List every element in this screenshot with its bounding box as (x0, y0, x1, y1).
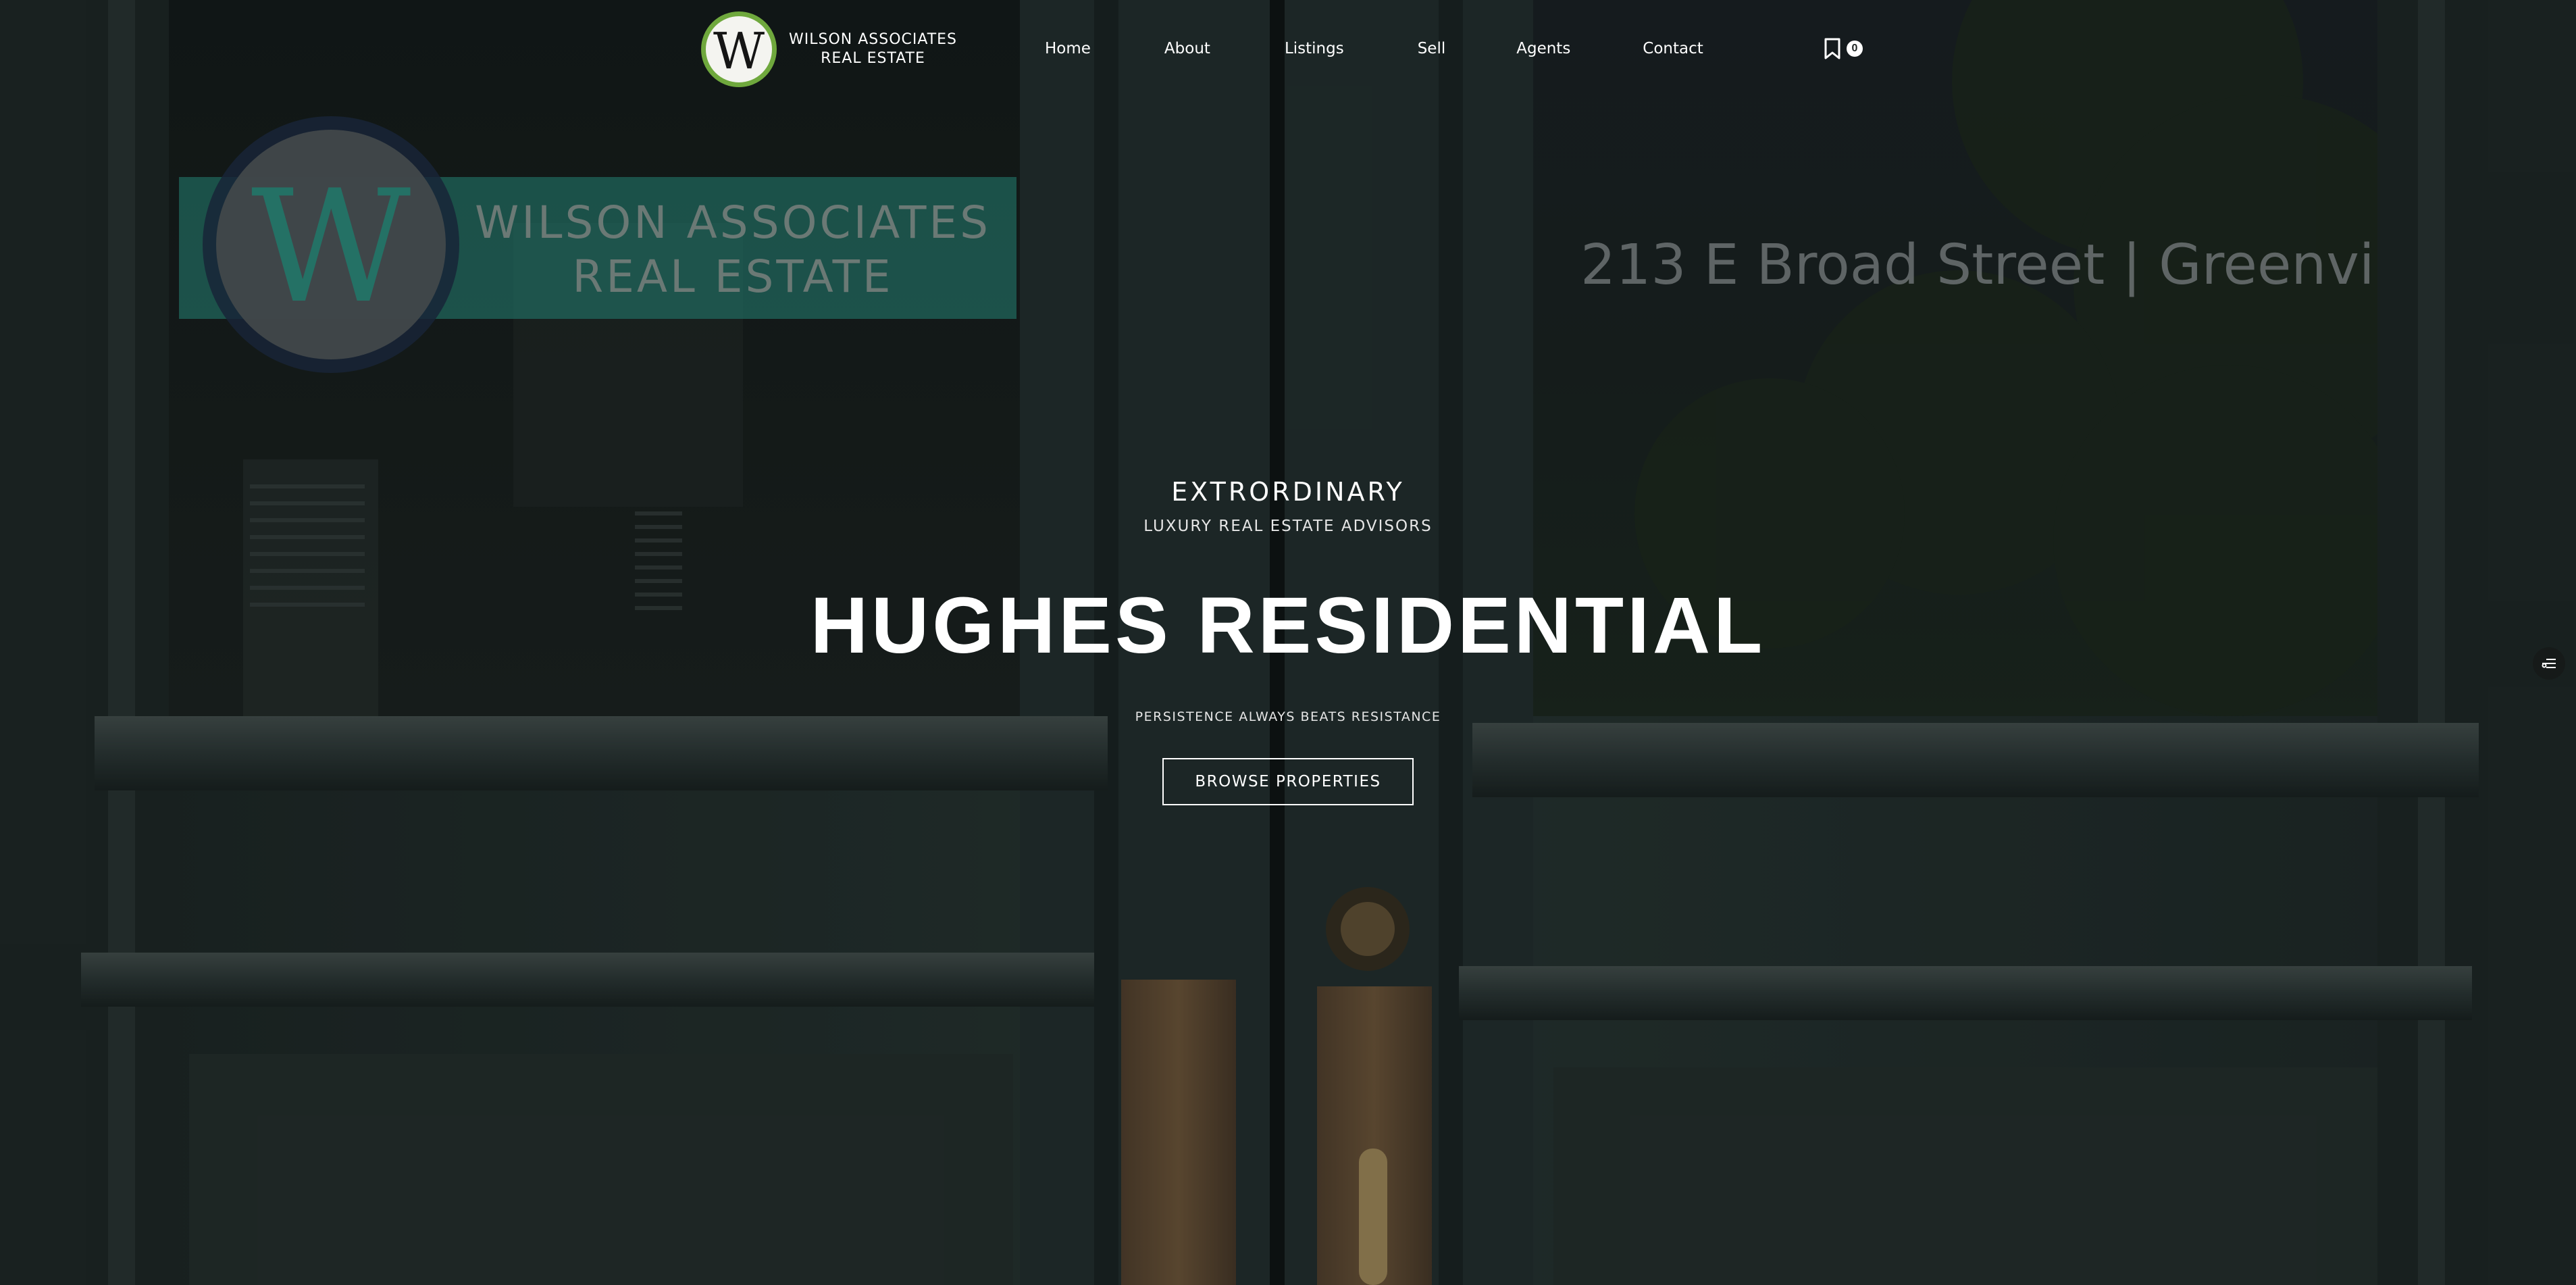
nav-link-home[interactable]: Home (1045, 40, 1091, 57)
saved-count-badge: 0 (1847, 41, 1863, 57)
nav-link-listings[interactable]: Listings (1285, 40, 1344, 57)
logo-badge: W (701, 11, 777, 87)
hero-content: EXTRORDINARY LUXURY REAL ESTATE ADVISORS… (748, 473, 1828, 805)
bookmark-icon (1824, 38, 1840, 59)
hero-tagline: LUXURY REAL ESTATE ADVISORS (1143, 518, 1433, 535)
hero-eyebrow: EXTRORDINARY (1171, 477, 1405, 507)
main-navigation: Home About Listings Sell Agents Contact (1045, 34, 1703, 64)
page: W WILSON ASSOCIATES REAL ESTATE 213 E Br… (0, 0, 2576, 1285)
nav-link-agents[interactable]: Agents (1516, 40, 1570, 57)
filter-icon (2542, 659, 2556, 668)
filter-widget-button[interactable] (2533, 647, 2565, 680)
nav-link-sell[interactable]: Sell (1418, 40, 1446, 57)
brand-name: WILSON ASSOCIATES REAL ESTATE (789, 30, 957, 68)
nav-link-about[interactable]: About (1164, 40, 1210, 57)
brand-logo-link[interactable]: W WILSON ASSOCIATES REAL ESTATE (701, 8, 957, 91)
nav-link-contact[interactable]: Contact (1643, 40, 1703, 57)
hero-title: HUGHES RESIDENTIAL (810, 581, 1766, 670)
hero-motto: PERSISTENCE ALWAYS BEATS RESISTANCE (1135, 709, 1441, 724)
browse-properties-button[interactable]: BROWSE PROPERTIES (1162, 758, 1414, 805)
site-header: W WILSON ASSOCIATES REAL ESTATE Home Abo… (0, 0, 2576, 97)
brand-name-line2: REAL ESTATE (821, 50, 925, 67)
saved-listings-button[interactable]: 0 (1824, 35, 1863, 62)
brand-name-line1: WILSON ASSOCIATES (789, 31, 958, 48)
logo-letter: W (713, 22, 765, 80)
